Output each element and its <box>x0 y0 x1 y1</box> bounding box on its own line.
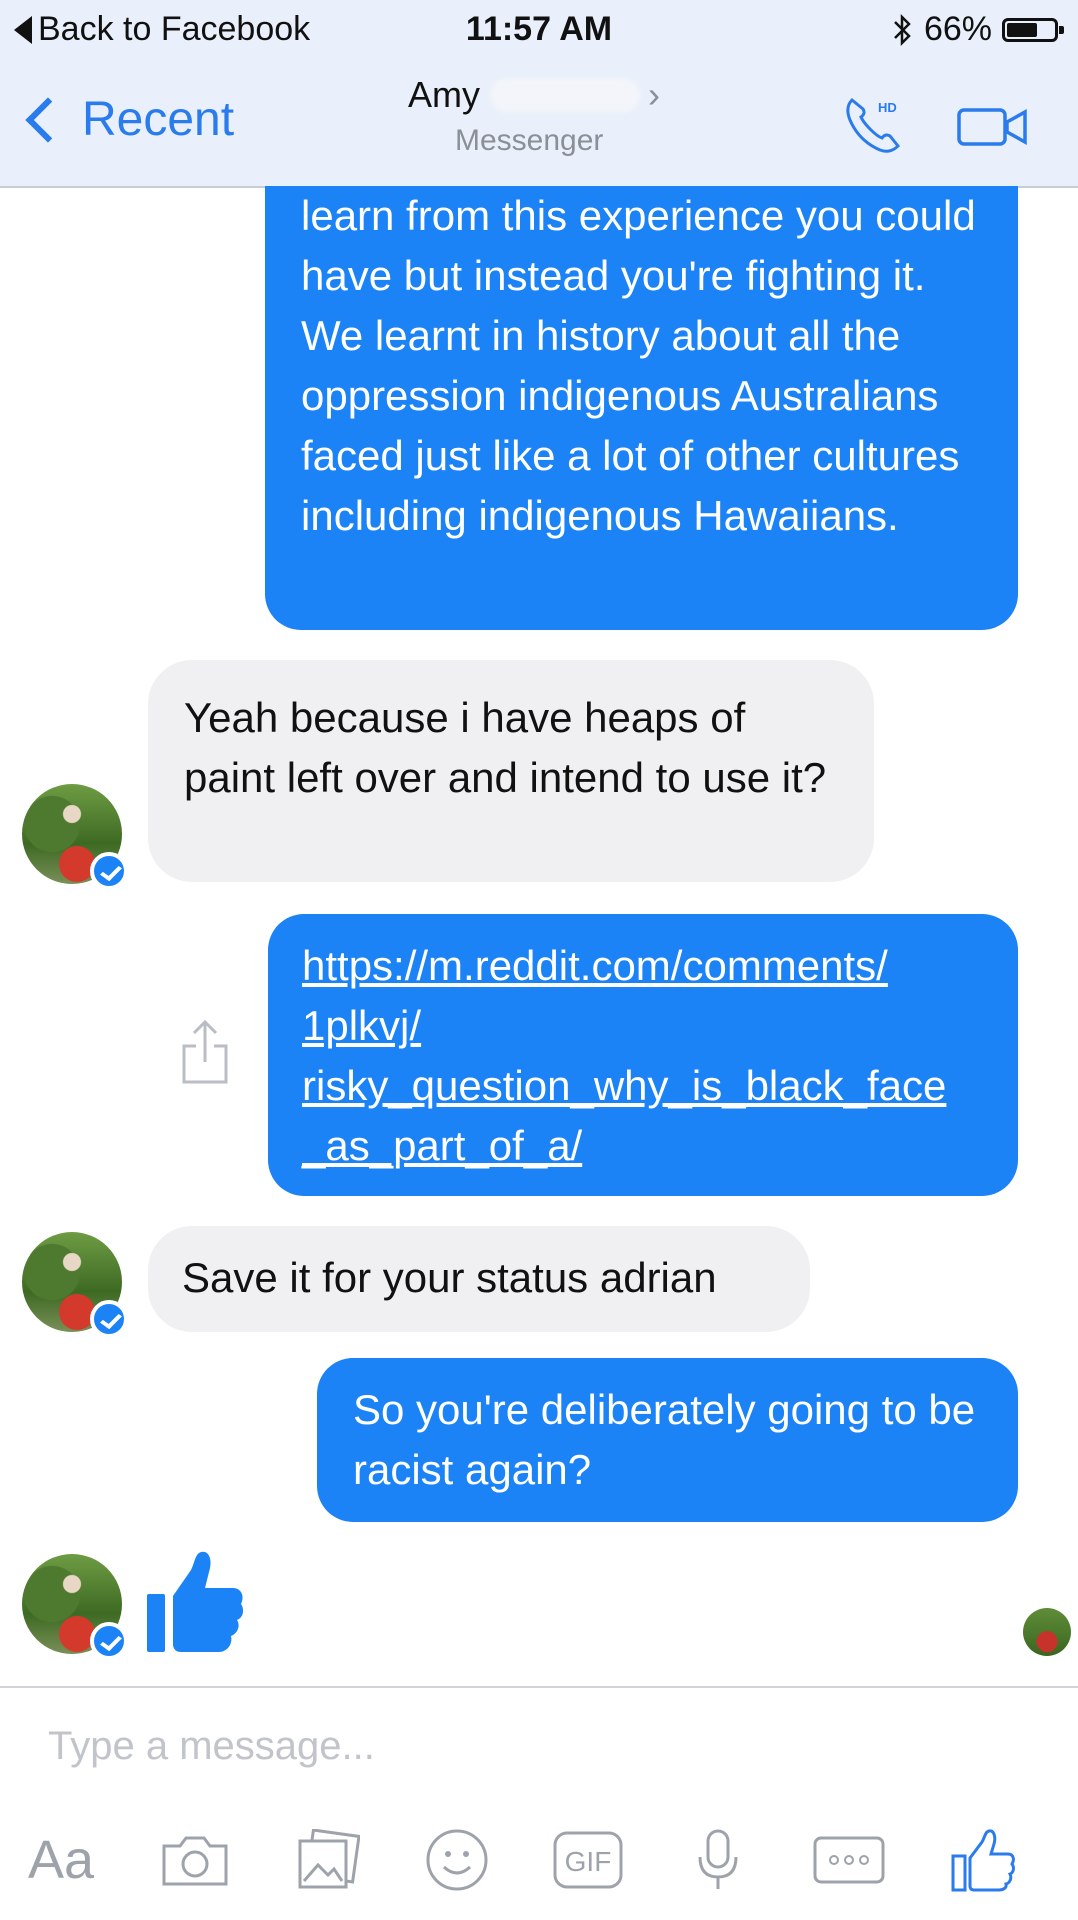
hd-call-icon[interactable]: HD <box>838 90 908 160</box>
recent-back-button[interactable]: Recent <box>22 92 234 147</box>
message-text: Save it for your status adrian <box>182 1254 717 1301</box>
conversation-header: Recent Amy › Messenger HD <box>0 62 1078 188</box>
seen-receipt-avatar <box>1023 1608 1071 1656</box>
composer-divider <box>0 1686 1078 1688</box>
thumbs-up-icon[interactable] <box>145 1548 245 1654</box>
message-text: Yeah because i have heaps of paint left … <box>184 694 827 801</box>
gif-label: GIF <box>565 1846 612 1877</box>
contact-avatar[interactable] <box>22 1554 128 1660</box>
bluetooth-icon <box>894 13 911 46</box>
link-line-3[interactable]: risky_question_why_is_black_face <box>302 1056 982 1116</box>
contact-avatar[interactable] <box>22 784 128 890</box>
message-out-3[interactable]: So you're deliberately going to be racis… <box>317 1358 1018 1522</box>
contact-avatar[interactable] <box>22 1232 128 1338</box>
battery-icon <box>1002 17 1064 42</box>
chevron-right-icon: › <box>648 74 660 115</box>
messenger-badge-icon <box>90 1622 128 1660</box>
like-icon <box>951 1829 1015 1892</box>
camera-button[interactable] <box>160 1820 230 1900</box>
composer-toolbar: Aa GIF <box>0 1820 1078 1900</box>
message-input[interactable]: Type a message... <box>48 1724 375 1769</box>
contact-name: Amy <box>408 74 480 115</box>
hd-badge: HD <box>878 100 897 115</box>
message-text: So you're deliberately going to be racis… <box>353 1386 976 1493</box>
chevron-left-icon <box>25 96 71 143</box>
microphone-icon <box>698 1829 738 1889</box>
status-right: 66% <box>892 10 1064 49</box>
status-bar: Back to Facebook 11:57 AM 66% <box>0 0 1078 62</box>
message-in-2[interactable]: Save it for your status adrian <box>148 1226 810 1332</box>
like-button[interactable] <box>950 1820 1016 1900</box>
video-call-icon[interactable] <box>955 96 1035 156</box>
more-icon <box>813 1836 885 1884</box>
messenger-badge-icon <box>90 1300 128 1338</box>
messenger-badge-icon <box>90 852 128 890</box>
photo-icon <box>298 1829 360 1889</box>
contact-subtitle: Messenger <box>455 124 604 157</box>
recent-label: Recent <box>82 93 235 146</box>
redacted-surname <box>490 78 640 112</box>
gif-icon: GIF <box>553 1831 623 1889</box>
emoji-icon <box>426 1829 488 1891</box>
link-line-4[interactable]: _as_part_of_a/ <box>302 1116 982 1176</box>
link-line-1[interactable]: https://m.reddit.com/comments/ <box>302 936 982 996</box>
photo-button[interactable] <box>296 1820 360 1900</box>
message-in-1[interactable]: Yeah because i have heaps of paint left … <box>148 660 874 882</box>
message-out-1[interactable]: learn from this experience you could hav… <box>265 186 1018 630</box>
text-format-button[interactable]: Aa <box>28 1820 94 1900</box>
share-icon[interactable] <box>180 1018 230 1086</box>
message-text: learn from this experience you could hav… <box>301 192 976 539</box>
contact-title[interactable]: Amy › <box>408 74 660 116</box>
link-line-2[interactable]: 1plkvj/ <box>302 996 982 1056</box>
emoji-button[interactable] <box>424 1820 490 1900</box>
camera-icon <box>162 1836 228 1886</box>
message-out-link[interactable]: https://m.reddit.com/comments/ 1plkvj/ r… <box>268 914 1018 1196</box>
more-button[interactable] <box>812 1820 886 1900</box>
gif-button[interactable]: GIF <box>552 1820 624 1900</box>
battery-percent: 66% <box>923 10 992 48</box>
microphone-button[interactable] <box>696 1820 740 1900</box>
